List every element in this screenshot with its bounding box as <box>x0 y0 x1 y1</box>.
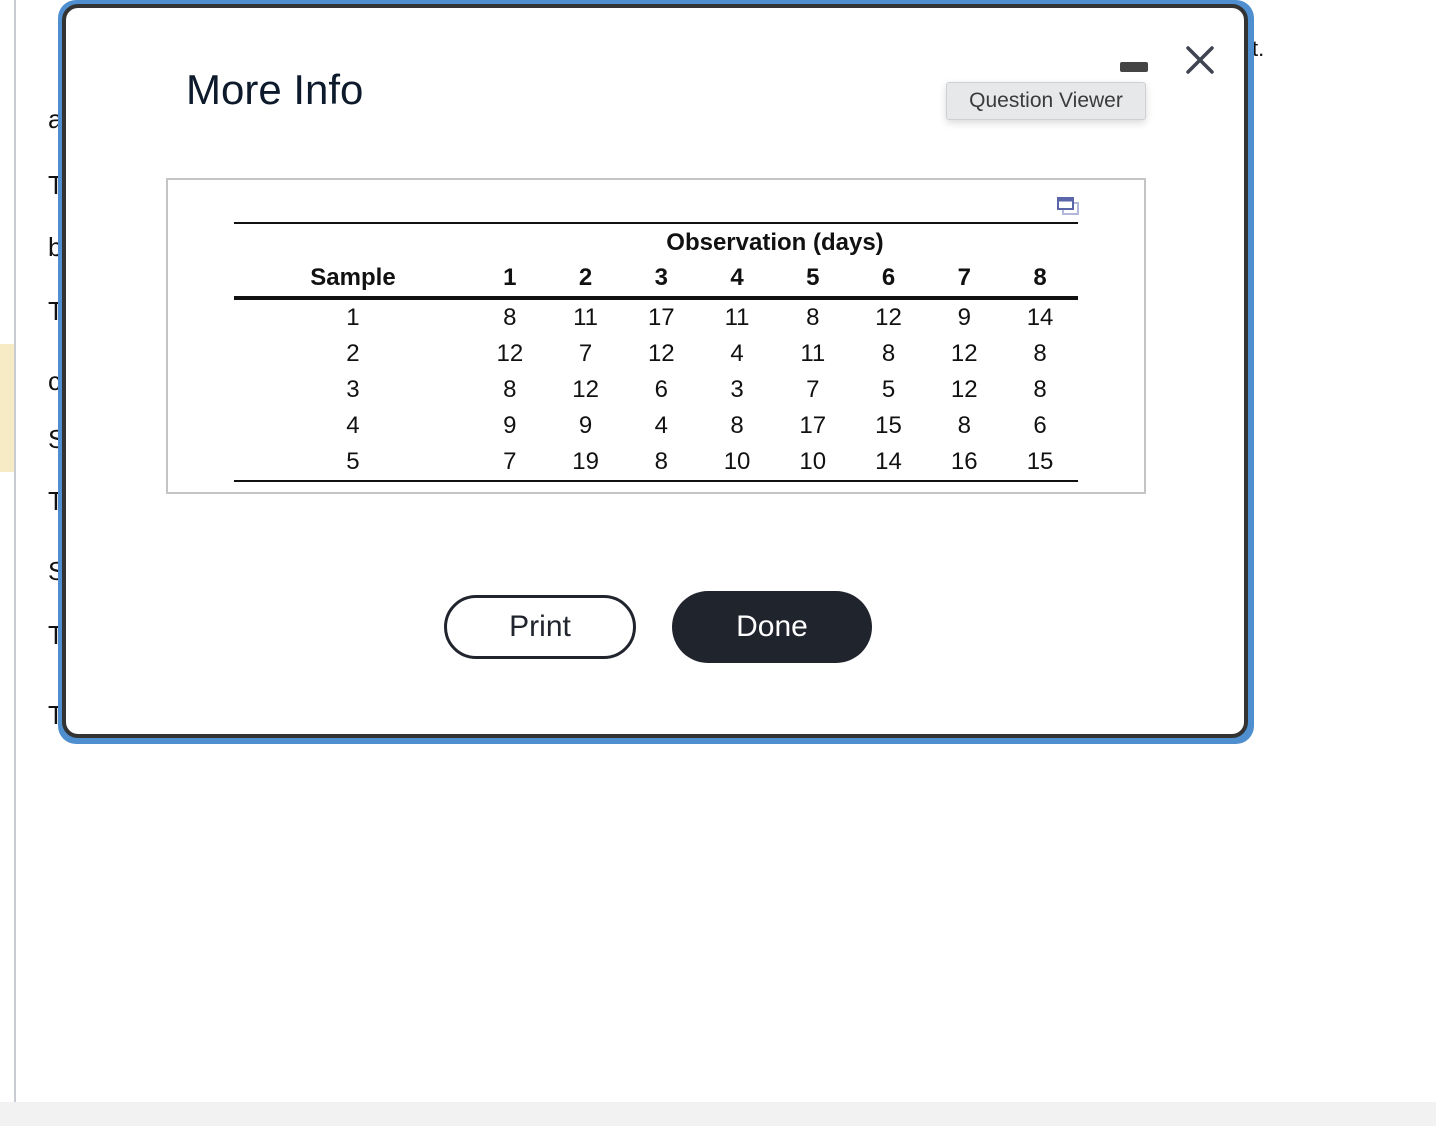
value-cell: 9 <box>578 412 593 439</box>
column-header-sample: Sample <box>234 260 472 300</box>
group-header: Observation (days) <box>471 222 1078 260</box>
value-cell: 15 <box>1002 444 1078 482</box>
value-cell: 12 <box>950 340 978 367</box>
value-cell: 17 <box>647 304 675 331</box>
observation-table: Observation (days) Sample 1 2 3 4 5 6 7 … <box>234 222 1078 482</box>
close-button[interactable] <box>1180 40 1220 80</box>
column-header: 2 <box>547 260 624 300</box>
column-header: 5 <box>774 260 851 300</box>
done-button[interactable]: Done <box>672 591 872 663</box>
page-left-border <box>14 0 16 1102</box>
print-button[interactable]: Print <box>444 595 636 659</box>
value-cell: 3 <box>730 376 744 403</box>
column-header: 3 <box>623 260 700 300</box>
value-cell: 6 <box>1033 412 1047 439</box>
column-header: 8 <box>1002 260 1078 300</box>
value-cell: 19 <box>547 444 624 482</box>
value-cell: 14 <box>850 444 927 482</box>
value-cell: 17 <box>799 412 827 439</box>
value-cell: 11 <box>573 304 599 331</box>
value-cell: 4 <box>730 340 744 367</box>
value-cell: 8 <box>957 412 971 439</box>
table-row: 3 8 12 6 3 7 5 12 8 <box>234 372 1078 408</box>
value-cell: 12 <box>950 376 978 403</box>
value-cell: 8 <box>1033 376 1047 403</box>
column-header: 4 <box>699 260 775 300</box>
expand-window-button[interactable] <box>1056 196 1082 218</box>
column-header: 7 <box>926 260 1003 300</box>
value-cell: 12 <box>875 304 902 331</box>
close-icon <box>1186 46 1214 74</box>
value-cell: 5 <box>881 376 896 403</box>
column-header: 1 <box>471 260 548 300</box>
column-header: 6 <box>850 260 927 300</box>
value-cell: 12 <box>496 340 524 367</box>
more-info-dialog: More Info Question Viewer Observation (d… <box>62 4 1248 738</box>
value-cell: 8 <box>1033 340 1047 367</box>
footer-bar <box>0 1102 1436 1126</box>
value-cell: 7 <box>578 340 593 367</box>
value-cell: 8 <box>503 304 517 331</box>
data-table-container: Observation (days) Sample 1 2 3 4 5 6 7 … <box>166 178 1146 494</box>
value-cell: 8 <box>806 304 820 331</box>
highlight-marker <box>0 344 14 472</box>
sample-cell: 5 <box>234 444 472 482</box>
value-cell: 9 <box>957 304 971 331</box>
value-cell: 8 <box>623 444 700 482</box>
table-row: 4 9 9 4 8 17 15 8 6 <box>234 408 1078 444</box>
table-header-spacer <box>234 222 472 260</box>
value-cell: 7 <box>471 444 548 482</box>
value-cell: 4 <box>654 412 668 439</box>
value-cell: 8 <box>730 412 744 439</box>
expand-window-icon <box>1057 197 1079 215</box>
value-cell: 15 <box>875 412 902 439</box>
sample-cell: 3 <box>346 376 360 403</box>
sample-cell: 2 <box>346 340 360 367</box>
value-cell: 8 <box>881 340 896 367</box>
value-cell: 7 <box>806 376 820 403</box>
question-viewer-tooltip: Question Viewer <box>946 82 1146 120</box>
value-cell: 12 <box>647 340 675 367</box>
dialog-title: More Info <box>186 66 364 113</box>
value-cell: 16 <box>926 444 1003 482</box>
value-cell: 14 <box>1026 304 1054 331</box>
value-cell: 6 <box>654 376 668 403</box>
minimize-icon[interactable] <box>1120 62 1148 72</box>
value-cell: 9 <box>503 412 517 439</box>
value-cell: 10 <box>699 444 775 482</box>
sample-cell: 4 <box>346 412 360 439</box>
table-row: 2 12 7 12 4 11 8 12 8 <box>234 336 1078 372</box>
value-cell: 10 <box>774 444 851 482</box>
value-cell: 12 <box>572 376 599 403</box>
sample-cell: 1 <box>346 304 360 331</box>
value-cell: 8 <box>503 376 517 403</box>
value-cell: 11 <box>800 340 826 367</box>
table-row: 5 7 19 8 10 10 14 16 15 <box>234 444 1078 482</box>
value-cell: 11 <box>724 304 750 331</box>
table-row: 1 8 11 17 11 8 12 9 14 <box>234 298 1078 336</box>
